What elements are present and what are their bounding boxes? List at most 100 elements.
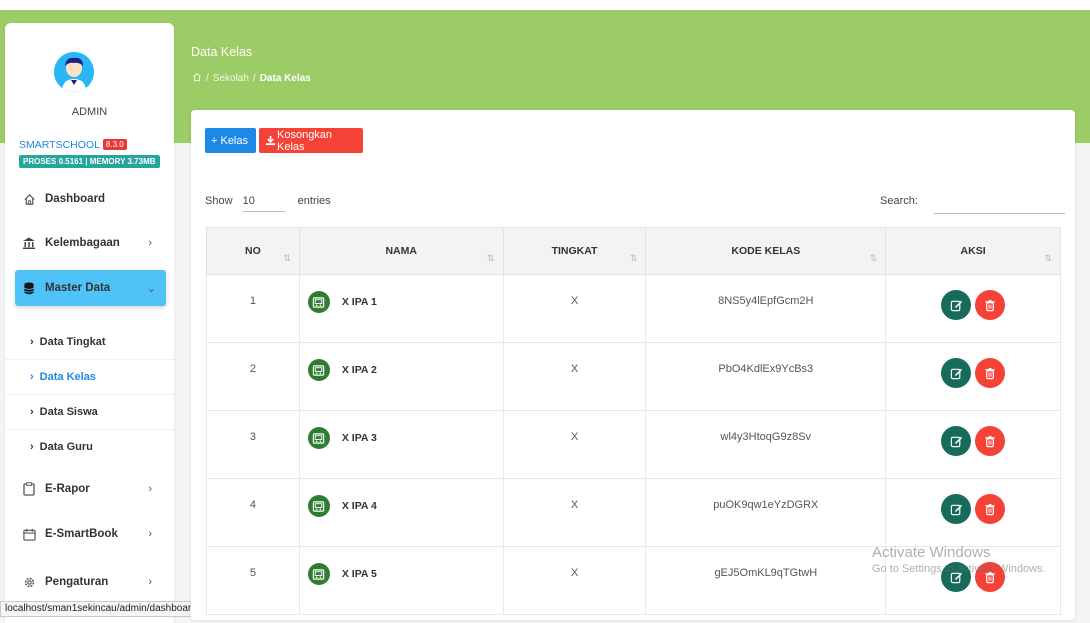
kelas-table: NO ⇅ NAMA ⇅ TINGKAT ⇅ KODE KELAS ⇅ AKSI ⇅ 1 X …: [206, 227, 1061, 615]
sort-icon: ⇅: [487, 253, 495, 263]
sidebar-item-label: E-Rapor: [45, 483, 90, 495]
cell-tingkat: X: [502, 342, 647, 411]
chevron-right-icon: ›: [30, 336, 34, 348]
edit-button[interactable]: [941, 562, 972, 592]
sidebar-item-label: Kelembagaan: [45, 237, 120, 249]
cell-aksi: [885, 546, 1061, 615]
cell-nama: X IPA 2: [298, 342, 504, 411]
table-row: 2 X IPA 2 X PbO4KdlEx9YcBs3: [206, 342, 1061, 411]
avatar[interactable]: [54, 52, 94, 92]
trash-icon: [984, 299, 996, 312]
sidebar: ADMIN SMARTSCHOOL 8.3.0 PROSES 0.5161 | M…: [5, 23, 174, 623]
trash-icon: [984, 571, 996, 584]
empty-kelas-button[interactable]: Kosongkan Kelas: [259, 128, 363, 153]
sidebar-item-pengaturan[interactable]: Pengaturan ›: [5, 564, 174, 600]
table-row: 3 X IPA 3 Xwl4y3HtoqG9z8Sv: [206, 410, 1061, 479]
classroom-icon: [307, 291, 330, 313]
chevron-right-icon: ›: [30, 371, 34, 383]
show-label: Show: [205, 195, 233, 207]
cell-aksi: [885, 478, 1061, 547]
sidebar-item-kelembagaan[interactable]: Kelembagaan ›: [5, 225, 174, 261]
table-header-row: NO ⇅ NAMA ⇅ TINGKAT ⇅ KODE KELAS ⇅ AKSI ⇅: [206, 227, 1061, 275]
sidebar-item-label: E-SmartBook: [45, 528, 118, 540]
cell-kode-kelas: 8NS5y4lEpfGcm2H: [645, 274, 887, 343]
breadcrumb-separator: /: [206, 73, 209, 84]
edit-button[interactable]: [941, 494, 972, 524]
sort-icon: ⇅: [869, 253, 878, 263]
database-icon: [22, 281, 36, 295]
cell-nama: X IPA 4: [298, 478, 504, 547]
column-header-aksi[interactable]: AKSI ⇅: [885, 227, 1061, 275]
sidebar-item-e-rapor[interactable]: E-Rapor ›: [5, 471, 174, 507]
cell-tingkat: X: [502, 274, 647, 343]
performance-badge: PROSES 0.5161 | MEMORY 3.73MB: [19, 155, 160, 168]
app-brand: SMARTSCHOOL 8.3.0: [19, 139, 127, 151]
class-name: X IPA 5: [341, 568, 377, 580]
edit-button[interactable]: [941, 426, 972, 456]
cell-kode-kelas: PbO4KdlEx9YcBs3: [645, 342, 887, 411]
cell-aksi: [885, 342, 1061, 411]
page-title: Data Kelas: [191, 45, 253, 59]
sidebar-item-label: Dashboard: [45, 193, 106, 205]
breadcrumb-separator: /: [252, 73, 256, 84]
edit-button[interactable]: [941, 290, 972, 320]
top-strip: [0, 0, 1090, 10]
delete-button[interactable]: [975, 290, 1006, 320]
user-avatar-icon: [54, 52, 94, 92]
sidebar-item-dashboard[interactable]: Dashboard: [5, 181, 174, 217]
subitem-label: Data Siswa: [39, 406, 98, 418]
edit-icon: [950, 571, 963, 584]
table-row: 5 X IPA 5 XgEJ5OmKL9qTGtwH: [206, 546, 1061, 615]
delete-button[interactable]: [975, 426, 1006, 456]
search-input[interactable]: [934, 191, 1065, 214]
sort-icon: ⇅: [1044, 253, 1052, 263]
cell-no: 3: [206, 410, 300, 479]
column-header-no[interactable]: NO ⇅: [206, 227, 300, 275]
sidebar-subitem-data-guru[interactable]: › Data Guru: [5, 430, 174, 464]
column-header-tingkat[interactable]: TINGKAT ⇅: [502, 227, 647, 275]
subitem-label: Data Kelas: [39, 371, 96, 383]
column-header-nama[interactable]: NAMA ⇅: [298, 227, 504, 275]
sidebar-item-label: Master Data: [45, 282, 111, 294]
edit-button[interactable]: [941, 358, 972, 388]
delete-button[interactable]: [975, 494, 1006, 524]
edit-icon: [950, 367, 963, 380]
breadcrumb-sekolah[interactable]: Sekolah: [213, 73, 249, 84]
edit-icon: [950, 435, 963, 448]
home-icon: [22, 192, 36, 206]
sidebar-item-e-smartbook[interactable]: E-SmartBook ›: [5, 516, 174, 552]
chevron-right-icon: ›: [148, 483, 152, 495]
sidebar-subitem-data-tingkat[interactable]: › Data Tingkat: [5, 325, 174, 360]
cell-no: 5: [206, 546, 300, 615]
chevron-right-icon: ›: [30, 441, 34, 453]
column-header-kode-kelas[interactable]: KODE KELAS ⇅: [645, 227, 887, 275]
classroom-icon: [307, 427, 330, 449]
cell-nama: X IPA 1: [298, 274, 504, 343]
chevron-down-icon: ⌄: [146, 282, 156, 295]
cell-tingkat: X: [502, 478, 647, 547]
class-name: X IPA 2: [341, 364, 377, 376]
entries-select[interactable]: 10: [242, 195, 285, 212]
subitem-label: Data Guru: [39, 441, 93, 453]
cell-nama: X IPA 3: [298, 410, 504, 479]
delete-button[interactable]: [975, 358, 1006, 388]
brand-name: SMARTSCHOOL: [19, 139, 100, 151]
sidebar-item-master-data[interactable]: Master Data ⌄: [15, 270, 166, 306]
search-label: Search:: [880, 195, 918, 207]
edit-icon: [950, 503, 963, 516]
sidebar-subitem-data-kelas[interactable]: › Data Kelas: [5, 360, 174, 395]
cell-no: 1: [206, 274, 300, 343]
delete-button[interactable]: [975, 562, 1006, 592]
empty-kelas-label: Kosongkan Kelas: [277, 128, 333, 153]
sidebar-item-label: Pengaturan: [45, 576, 109, 588]
home-icon[interactable]: [192, 72, 202, 85]
chevron-right-icon: ›: [30, 406, 34, 418]
admin-name: ADMIN: [71, 106, 108, 118]
add-kelas-button[interactable]: + Kelas: [205, 128, 256, 153]
edit-icon: [950, 299, 963, 312]
sidebar-subitem-data-siswa[interactable]: › Data Siswa: [5, 395, 174, 430]
entries-label: entries: [297, 195, 331, 207]
trash-icon: [984, 503, 996, 516]
class-name: X IPA 4: [341, 500, 377, 512]
sort-icon: ⇅: [629, 253, 638, 263]
